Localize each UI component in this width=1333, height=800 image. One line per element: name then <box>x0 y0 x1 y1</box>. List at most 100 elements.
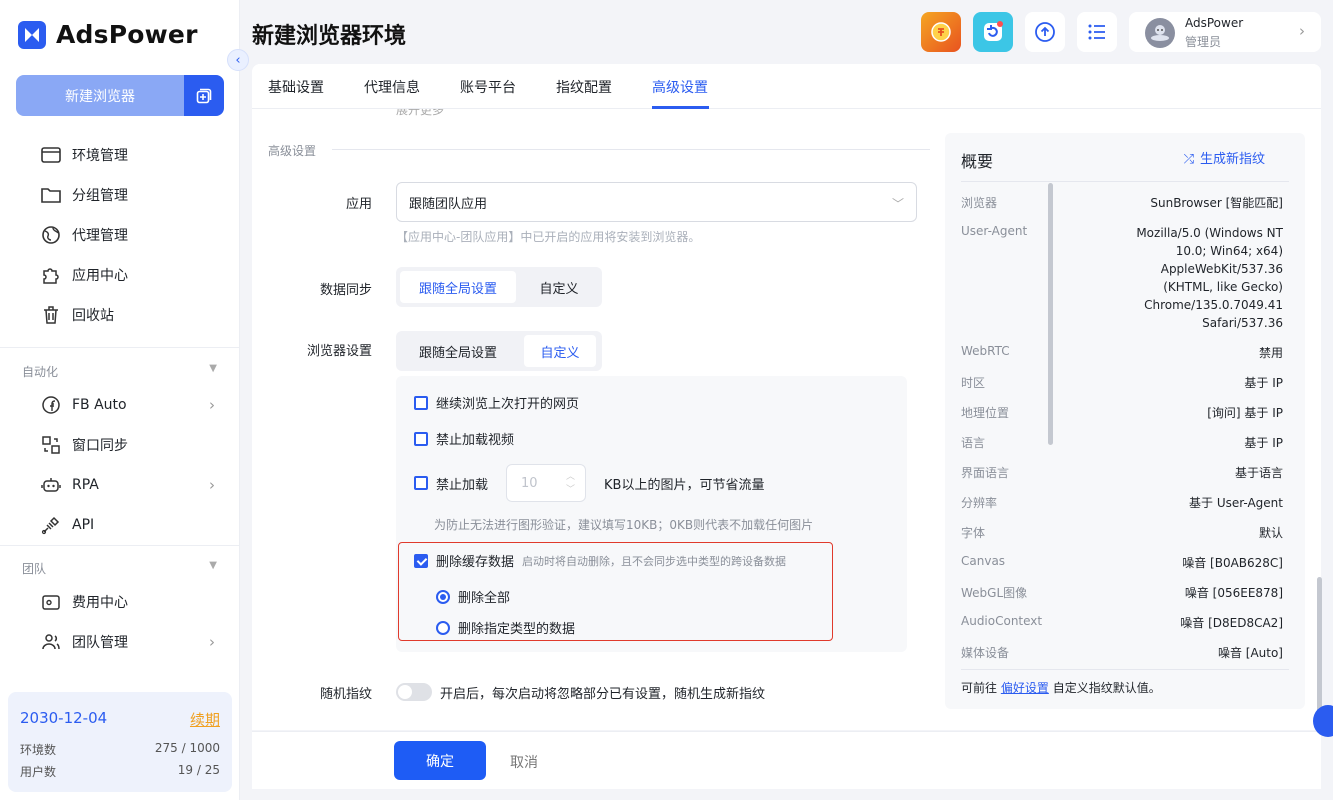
robot-icon <box>40 474 62 496</box>
chevron-down-icon: ﹀ <box>891 197 904 211</box>
trash-icon <box>40 304 62 326</box>
overview-row: 时区 基于 IP <box>961 374 1283 391</box>
row-key: 语言 <box>961 436 986 450</box>
row-key: User-Agent <box>961 224 1028 238</box>
facebook-icon <box>40 394 62 416</box>
browser-settings-follow-global[interactable]: 跟随全局设置 <box>400 335 516 367</box>
logo: AdsPower <box>18 20 198 49</box>
clear-cache-checkbox[interactable] <box>414 553 428 568</box>
renew-link[interactable]: 续期 <box>190 709 220 730</box>
overview-row: WebRTC 禁用 <box>961 344 1283 360</box>
disable-images-checkbox[interactable] <box>414 476 428 490</box>
row-value: 默认 <box>1258 526 1283 540</box>
browser-settings-label: 浏览器设置 <box>306 344 372 359</box>
overview-scrollbar[interactable] <box>1048 183 1053 445</box>
sidebar-item-label: FB Auto <box>72 397 127 413</box>
clear-cache-option[interactable]: 删除缓存数据 启动时将自动删除，且不会同步选中类型的跨设备数据 <box>414 551 786 570</box>
image-size-input[interactable]: 10 ︿ ﹀ <box>506 464 587 502</box>
add-batch-icon[interactable] <box>184 75 224 116</box>
tab-basic[interactable]: 基础设置 <box>268 77 324 97</box>
sidebar-item-team[interactable]: 团队管理 › <box>40 630 225 654</box>
delete-specific-option[interactable]: 删除指定类型的数据 <box>436 618 575 637</box>
sidebar-item-app-center[interactable]: 应用中心 <box>40 263 225 287</box>
expiry-date: 2030-12-04 <box>20 709 108 727</box>
section-divider <box>332 149 930 150</box>
sidebar-item-environments[interactable]: 环境管理 <box>40 143 225 167</box>
collapse-sidebar-button[interactable]: ‹ <box>227 49 249 71</box>
sync-icon <box>40 434 62 456</box>
tab-advanced[interactable]: 高级设置 <box>652 77 708 97</box>
sidebar-item-proxies[interactable]: 代理管理 <box>40 223 225 247</box>
plug-icon <box>40 514 62 536</box>
sidebar-divider <box>0 545 240 546</box>
disable-video-option[interactable]: 禁止加载视频 <box>414 429 514 448</box>
sidebar: AdsPower 新建浏览器 环境管理 分组管理 代理管理 应用中心 回收站 自… <box>0 0 240 800</box>
active-tab-indicator <box>652 106 709 109</box>
continue-browsing-checkbox[interactable] <box>414 395 428 410</box>
avatar <box>1145 18 1175 48</box>
row-value: 基于语言 <box>1234 466 1283 480</box>
user-menu[interactable]: AdsPower 管理员 › <box>1129 12 1321 52</box>
main-scrollbar[interactable] <box>1317 577 1322 724</box>
upload-icon[interactable] <box>1025 12 1065 52</box>
sidebar-item-rpa[interactable]: RPA › <box>40 473 225 497</box>
data-sync-custom[interactable]: 自定义 <box>520 271 598 303</box>
sidebar-item-trash[interactable]: 回收站 <box>40 303 225 327</box>
sidebar-item-label: API <box>72 517 95 533</box>
overview-row: 语言 基于 IP <box>961 434 1283 451</box>
cancel-button[interactable]: 取消 <box>510 752 538 772</box>
new-browser-button[interactable]: 新建浏览器 <box>16 75 184 116</box>
env-count-value: 275 / 1000 <box>154 741 220 755</box>
sidebar-item-api[interactable]: API <box>40 513 225 537</box>
sidebar-item-label: 环境管理 <box>72 148 128 164</box>
refresh-notify-icon[interactable] <box>973 12 1013 52</box>
sidebar-item-fb-auto[interactable]: FB Auto › <box>40 393 225 417</box>
app-select[interactable]: 跟随团队应用 ﹀ <box>396 182 917 222</box>
sidebar-item-billing[interactable]: 费用中心 <box>40 590 225 614</box>
tab-fingerprint[interactable]: 指纹配置 <box>556 77 612 97</box>
tab-proxy[interactable]: 代理信息 <box>364 77 420 97</box>
data-sync-label: 数据同步 <box>319 283 372 298</box>
chevron-right-icon: › <box>209 476 215 494</box>
continue-browsing-option[interactable]: 继续浏览上次打开的网页 <box>414 393 579 412</box>
row-value: 基于 IP <box>1244 436 1283 450</box>
preferences-link[interactable]: 偏好设置 <box>1001 681 1049 695</box>
row-value: 噪音 [056EE878] <box>1184 586 1283 600</box>
overview-row: 字体 默认 <box>961 524 1283 541</box>
task-list-icon[interactable] <box>1077 12 1117 52</box>
overview-row: 地理位置 [询问] 基于 IP <box>961 404 1283 421</box>
expand-more-text: 展开更多 <box>396 109 445 116</box>
delete-all-option[interactable]: 删除全部 <box>436 587 510 606</box>
delete-all-radio[interactable] <box>436 589 450 604</box>
browser-settings-custom[interactable]: 自定义 <box>524 335 596 367</box>
tab-account[interactable]: 账号平台 <box>460 77 516 97</box>
row-key: WebRTC <box>961 344 1010 358</box>
sidebar-item-label: 代理管理 <box>72 228 128 244</box>
confirm-button[interactable]: 确定 <box>394 741 486 780</box>
coin-icon[interactable] <box>921 12 961 52</box>
generate-fingerprint-button[interactable]: ⤮ 生成新指纹 <box>1184 148 1265 167</box>
sidebar-item-label: RPA <box>72 477 99 493</box>
folder-icon <box>40 184 62 206</box>
row-value: 基于 IP <box>1244 376 1283 390</box>
shuffle-icon: ⤮ <box>1183 152 1194 167</box>
overview-row: 分辨率 基于 User-Agent <box>961 494 1283 511</box>
app-hint: 【应用中心-团队应用】中已开启的应用将安装到浏览器。 <box>396 230 701 244</box>
section-team[interactable]: 团队 ▼ <box>22 560 217 577</box>
user-role: 管理员 <box>1185 35 1222 49</box>
row-value: 噪音 [B0AB628C] <box>1182 556 1283 570</box>
sidebar-item-window-sync[interactable]: 窗口同步 <box>40 433 225 457</box>
sidebar-item-label: 应用中心 <box>72 268 128 284</box>
random-fingerprint-toggle[interactable] <box>396 683 432 701</box>
section-label: 自动化 <box>22 365 59 379</box>
overview-row: 媒体设备 噪音 [Auto] <box>961 644 1283 661</box>
data-sync-follow-global[interactable]: 跟随全局设置 <box>400 271 516 303</box>
row-key: AudioContext <box>961 614 1043 628</box>
delete-specific-radio[interactable] <box>436 620 450 635</box>
sidebar-item-label: 费用中心 <box>72 595 128 611</box>
sidebar-item-groups[interactable]: 分组管理 <box>40 183 225 207</box>
section-automation[interactable]: 自动化 ▼ <box>22 363 217 380</box>
stepper-arrows-icon[interactable]: ︿ ﹀ <box>566 471 575 497</box>
page-title: 新建浏览器环境 <box>252 24 407 49</box>
disable-video-checkbox[interactable] <box>414 431 428 446</box>
